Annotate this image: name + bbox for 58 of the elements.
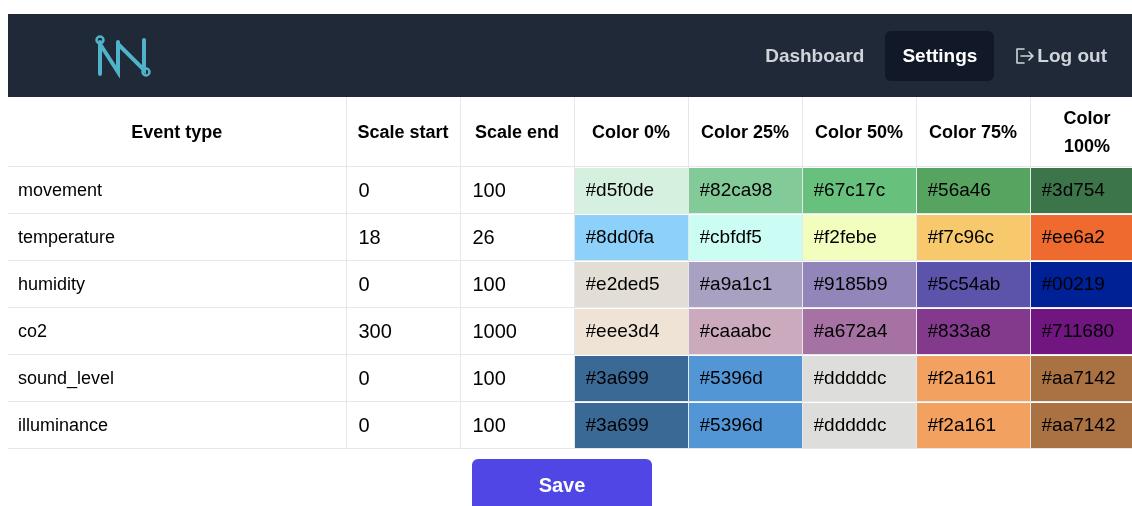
- table-cell: co2: [8, 307, 346, 355]
- color-field[interactable]: #a9a1c1: [688, 261, 802, 307]
- column-header: Event type: [8, 97, 346, 167]
- logout-link[interactable]: Log out: [998, 30, 1124, 81]
- color-field[interactable]: #cbfdf5: [688, 214, 802, 260]
- color-field[interactable]: #d5f0de: [574, 167, 688, 213]
- input-field[interactable]: 100: [460, 261, 574, 307]
- color-field[interactable]: #dddddc: [802, 402, 916, 448]
- color-field[interactable]: #f2a161: [916, 355, 1030, 401]
- nav-link[interactable]: Dashboard: [748, 30, 882, 81]
- table-cell: humidity: [8, 260, 346, 308]
- input-field[interactable]: 26: [460, 214, 574, 260]
- input-field[interactable]: 300: [346, 308, 460, 354]
- column-header: Color 0%: [574, 97, 688, 167]
- input-field[interactable]: 100: [460, 355, 574, 401]
- column-header: Color 50%: [802, 97, 916, 167]
- color-field[interactable]: #f2febe: [802, 214, 916, 260]
- column-header: Color 25%: [688, 97, 802, 167]
- color-field[interactable]: #eee3d4: [574, 308, 688, 354]
- input-field[interactable]: 0: [346, 402, 460, 448]
- color-field[interactable]: #a672a4: [802, 308, 916, 354]
- nav-link[interactable]: Settings: [885, 30, 995, 81]
- color-field[interactable]: #56a46: [916, 167, 1030, 213]
- input-field[interactable]: 1000: [460, 308, 574, 354]
- color-field[interactable]: #caaabc: [688, 308, 802, 354]
- color-field[interactable]: #9185b9: [802, 261, 916, 307]
- column-header: Color 100%: [1030, 97, 1132, 167]
- color-field[interactable]: #3d754: [1030, 167, 1132, 213]
- color-field[interactable]: #3a699: [574, 355, 688, 401]
- color-field[interactable]: #8dd0fa: [574, 214, 688, 260]
- color-field[interactable]: #aa7142: [1030, 355, 1132, 401]
- input-field[interactable]: 18: [346, 214, 460, 260]
- input-field[interactable]: 0: [346, 167, 460, 213]
- input-field[interactable]: 100: [460, 167, 574, 213]
- input-field[interactable]: 0: [346, 261, 460, 307]
- logo-icon[interactable]: [94, 33, 152, 78]
- table-cell: sound_level: [8, 354, 346, 402]
- logout-icon: [1015, 46, 1036, 65]
- save-button[interactable]: Save: [472, 459, 652, 506]
- color-field[interactable]: #aa7142: [1030, 402, 1132, 448]
- input-field[interactable]: 0: [346, 355, 460, 401]
- column-header: Scale start: [346, 97, 460, 167]
- color-field[interactable]: #ee6a2: [1030, 214, 1132, 260]
- column-header: Color 75%: [916, 97, 1030, 167]
- color-field[interactable]: #5396d: [688, 355, 802, 401]
- input-field[interactable]: 100: [460, 402, 574, 448]
- color-field[interactable]: #e2ded5: [574, 261, 688, 307]
- color-field[interactable]: #f2a161: [916, 402, 1030, 448]
- color-field[interactable]: #f7c96c: [916, 214, 1030, 260]
- table-cell: movement: [8, 166, 346, 214]
- color-field[interactable]: #dddddc: [802, 355, 916, 401]
- color-field[interactable]: #82ca98: [688, 167, 802, 213]
- color-field[interactable]: #3a699: [574, 402, 688, 448]
- table-cell: temperature: [8, 213, 346, 261]
- table-cell: illuminance: [8, 401, 346, 449]
- color-field[interactable]: #67c17c: [802, 167, 916, 213]
- color-field[interactable]: #5396d: [688, 402, 802, 448]
- column-header: Scale end: [460, 97, 574, 167]
